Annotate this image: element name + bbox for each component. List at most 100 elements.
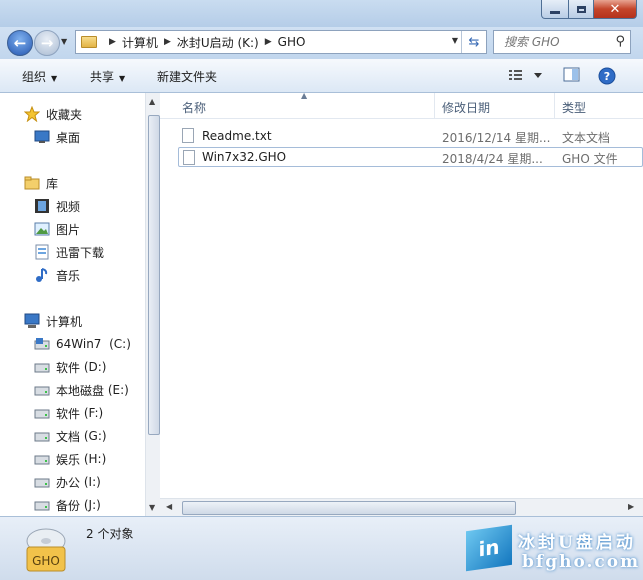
gho-disc-icon: GHO (26, 528, 66, 572)
chevron-right-icon[interactable]: ▶ (164, 37, 171, 47)
drive-letter: (D:) (83, 360, 107, 374)
back-button[interactable]: ← (7, 30, 33, 56)
drive-label: 娱乐 (56, 452, 81, 467)
preview-pane-icon (563, 67, 580, 82)
new-folder-button[interactable]: 新建文件夹 (157, 68, 217, 85)
scroll-left-icon[interactable]: ◀ (166, 502, 172, 511)
breadcrumb-folder[interactable]: GHO (278, 35, 306, 49)
text-file-icon (182, 128, 194, 143)
window-controls: ✕ (541, 0, 637, 19)
scroll-up-icon[interactable]: ▲ (149, 97, 155, 106)
file-list: 名称 ▲ 修改日期 类型 Readme.txt 2016/12/14 星期...… (160, 91, 643, 516)
nav-item-pictures[interactable]: 图片 (34, 218, 80, 240)
nav-label-libraries: 库 (46, 176, 59, 191)
computer-icon (24, 313, 40, 329)
gho-icon-label: GHO (32, 554, 60, 568)
nav-item-thunder[interactable]: 迅雷下载 (34, 241, 104, 263)
address-bar[interactable]: ▶ 计算机 ▶ 冰封U启动 (K:) ▶ GHO ▼ ⇆ (75, 30, 487, 54)
nav-label-pictures: 图片 (56, 222, 81, 237)
picture-icon (34, 221, 50, 237)
file-name: Readme.txt (202, 129, 272, 143)
share-label: 共享 (90, 70, 115, 84)
drive-icon (34, 497, 50, 513)
organize-label: 组织 (22, 70, 47, 84)
watermark-logo: in (466, 524, 512, 572)
nav-item-desktop[interactable]: 桌面 (34, 126, 80, 148)
minimize-button[interactable] (541, 0, 569, 19)
chevron-down-icon: ▼ (51, 74, 58, 83)
command-bar: 组织 ▼ 共享 ▼ 新建文件夹 ? (0, 59, 643, 93)
forward-button[interactable]: → (34, 30, 60, 56)
view-options-button[interactable] (508, 67, 548, 86)
preview-pane-button[interactable] (563, 67, 581, 86)
nav-item-favorites[interactable]: 收藏夹 (24, 103, 82, 125)
horizontal-scrollbar[interactable]: ◀ ▶ (160, 498, 643, 517)
breadcrumb-drive[interactable]: 冰封U启动 (K:) (177, 34, 259, 51)
search-box: ⚲ (493, 30, 631, 54)
column-name[interactable]: 名称 (182, 99, 206, 116)
drive-icon (34, 428, 50, 444)
drive-letter: (G:) (83, 429, 107, 443)
drive-letter: (F:) (83, 406, 104, 420)
file-row-selected[interactable]: Win7x32.GHO 2018/4/24 星期... GHO 文件 (178, 147, 643, 167)
scroll-down-icon[interactable]: ▼ (149, 503, 155, 512)
close-button[interactable]: ✕ (594, 0, 637, 19)
file-date: 2016/12/14 星期... (442, 131, 551, 145)
refresh-button[interactable]: ⇆ (461, 31, 486, 53)
search-icon[interactable]: ⚲ (615, 34, 625, 49)
maximize-button[interactable] (569, 0, 594, 19)
help-button[interactable]: ? (598, 67, 616, 88)
watermark: in 冰封U盘启动 bfgho.com (466, 524, 643, 580)
organize-button[interactable]: 组织 ▼ (22, 68, 57, 85)
column-type[interactable]: 类型 (562, 99, 586, 116)
drive-label: 软件 (56, 360, 81, 375)
search-input[interactable] (502, 34, 610, 50)
star-icon (24, 106, 40, 122)
maximize-icon (576, 5, 586, 13)
nav-label-favorites: 收藏夹 (46, 107, 83, 122)
file-type: GHO 文件 (562, 152, 618, 166)
address-dropdown-icon[interactable]: ▼ (452, 36, 458, 45)
scroll-thumb[interactable] (148, 115, 160, 435)
nav-drive-h[interactable]: 娱乐 (H:) (34, 448, 106, 470)
sort-ascending-icon: ▲ (301, 91, 308, 100)
breadcrumb-computer[interactable]: 计算机 (122, 34, 158, 51)
library-icon (24, 175, 40, 191)
column-divider[interactable] (434, 93, 435, 118)
drive-label: 64Win7 (56, 337, 102, 351)
drive-letter: (E:) (107, 383, 129, 397)
share-button[interactable]: 共享 ▼ (90, 68, 125, 85)
drive-label: 文档 (56, 429, 81, 444)
nav-drive-f[interactable]: 软件 (F:) (34, 402, 103, 424)
nav-drive-i[interactable]: 办公 (I:) (34, 471, 101, 493)
nav-drive-g[interactable]: 文档 (G:) (34, 425, 107, 447)
column-header: 名称 ▲ 修改日期 类型 (160, 91, 643, 119)
help-icon: ? (598, 67, 616, 85)
nav-scrollbar[interactable]: ▲ ▼ (145, 93, 161, 516)
nav-label-music: 音乐 (56, 268, 81, 283)
nav-drive-e[interactable]: 本地磁盘 (E:) (34, 379, 129, 401)
new-folder-label: 新建文件夹 (157, 70, 218, 84)
drive-letter: (I:) (83, 475, 101, 489)
recent-pages-dropdown[interactable]: ▼ (61, 37, 67, 46)
download-folder-icon (34, 244, 50, 260)
nav-item-computer[interactable]: 计算机 (24, 310, 82, 332)
nav-item-music[interactable]: 音乐 (34, 264, 80, 286)
drive-icon (34, 451, 50, 467)
drive-label: 办公 (56, 475, 81, 490)
chevron-right-icon[interactable]: ▶ (265, 37, 272, 47)
chevron-right-icon[interactable]: ▶ (109, 37, 116, 47)
gho-file-icon (183, 150, 195, 165)
nav-drive-d[interactable]: 软件 (D:) (34, 356, 107, 378)
nav-drive-j[interactable]: 备份 (J:) (34, 494, 101, 516)
nav-drive-c[interactable]: 64Win7 (C:) (34, 333, 131, 355)
column-date[interactable]: 修改日期 (442, 99, 490, 116)
file-row[interactable]: Readme.txt 2016/12/14 星期... 文本文档 (178, 126, 643, 146)
nav-item-video[interactable]: 视频 (34, 195, 80, 217)
nav-item-libraries[interactable]: 库 (24, 172, 58, 194)
chevron-down-icon: ▼ (119, 74, 126, 83)
column-divider[interactable] (554, 93, 555, 118)
nav-label-desktop: 桌面 (56, 130, 81, 145)
scroll-right-icon[interactable]: ▶ (628, 502, 634, 511)
scroll-thumb[interactable] (182, 501, 516, 515)
